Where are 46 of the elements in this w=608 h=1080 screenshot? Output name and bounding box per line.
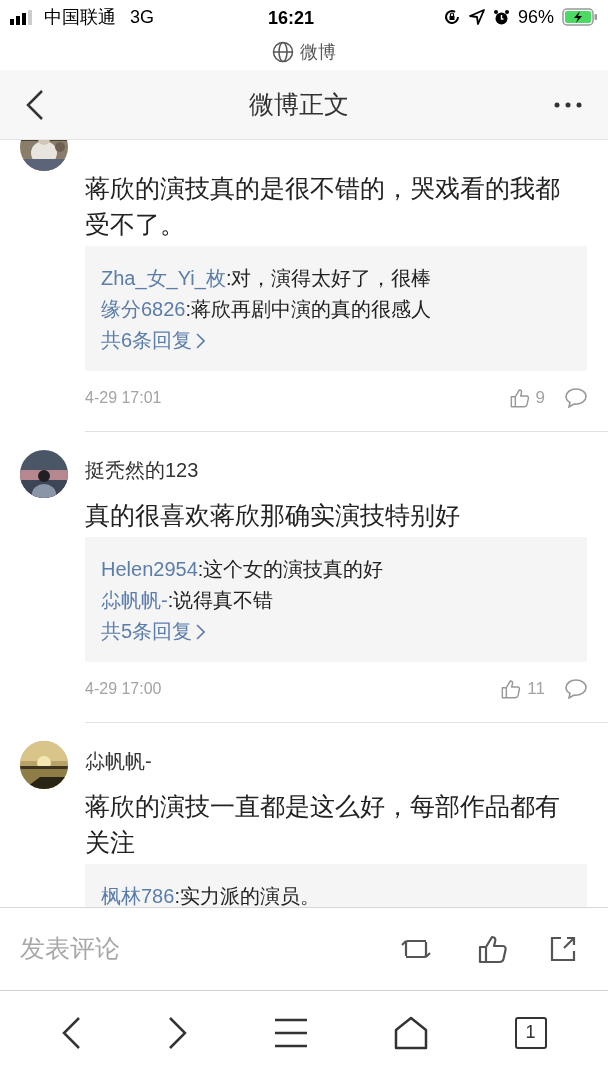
tabs-button[interactable]: 1 <box>514 1016 547 1049</box>
clock: 16:21 <box>268 7 315 30</box>
page-title: 微博正文 <box>248 88 350 120</box>
user-name[interactable]: 挺秃然的123 <box>85 456 587 484</box>
comment-text: 蒋欣的演技真的是很不错的，哭戏看的我都受不了。 <box>85 173 561 240</box>
reply-user-link[interactable]: Helen2954 <box>101 554 198 585</box>
carrier: 中国联通 <box>44 5 116 29</box>
like-button[interactable]: 9 <box>509 385 545 411</box>
more-replies-link[interactable]: 共5条回复 <box>101 616 206 647</box>
reply-text: :对，演得太好了，很棒 <box>225 266 432 291</box>
chevron-right-icon <box>196 623 206 640</box>
reply-user-link[interactable]: 缘分6826 <box>101 294 186 325</box>
comment-input[interactable]: 发表评论 <box>20 930 400 968</box>
comment-icon[interactable] <box>565 679 587 699</box>
rotation-lock-icon <box>442 8 461 26</box>
reply-text: :实力派的演员。 <box>174 884 320 907</box>
comment-icon[interactable] <box>565 388 587 408</box>
comment-time: 4-29 17:01 <box>85 388 163 408</box>
comment-time: 4-29 17:00 <box>85 679 163 699</box>
comment-text: 蒋欣的演技一直都是这么好，每部作品都有关注 <box>85 791 561 858</box>
reply-text: :这个女的演技真的好 <box>197 557 384 582</box>
more-icon[interactable] <box>554 101 582 108</box>
reply-text: :说得真不错 <box>167 588 274 613</box>
thumbs-up-icon <box>501 679 522 699</box>
comment-text: 真的很喜欢蒋欣那确实演技特别好 <box>85 500 461 531</box>
reply-text: :蒋欣再剧中演的真的很感人 <box>185 297 432 322</box>
reply-user-link[interactable]: 尛帆帆- <box>101 585 168 616</box>
battery-charging-icon <box>562 8 598 26</box>
menu-icon[interactable] <box>275 1016 307 1049</box>
reply-user-link[interactable]: 枫林786 <box>101 881 175 907</box>
chevron-right-icon <box>196 332 206 349</box>
home-icon[interactable] <box>393 1015 428 1050</box>
thumbs-up-icon[interactable] <box>478 934 508 964</box>
site-name: 微博 <box>300 40 336 64</box>
location-icon <box>468 9 485 25</box>
back-icon[interactable] <box>26 88 44 121</box>
user-name[interactable]: 尛帆帆- <box>85 747 587 775</box>
globe-icon <box>272 41 294 63</box>
share-icon[interactable] <box>550 936 576 962</box>
network-type: 3G <box>130 5 154 29</box>
reply-user-link[interactable]: Zha_女_Yi_枚 <box>101 263 226 294</box>
alarm-icon <box>492 8 510 26</box>
like-button[interactable]: 11 <box>501 676 545 702</box>
more-replies-link[interactable]: 共6条回复 <box>101 325 206 356</box>
thumbs-up-icon <box>509 388 530 408</box>
battery-percent: 96% <box>517 5 554 29</box>
